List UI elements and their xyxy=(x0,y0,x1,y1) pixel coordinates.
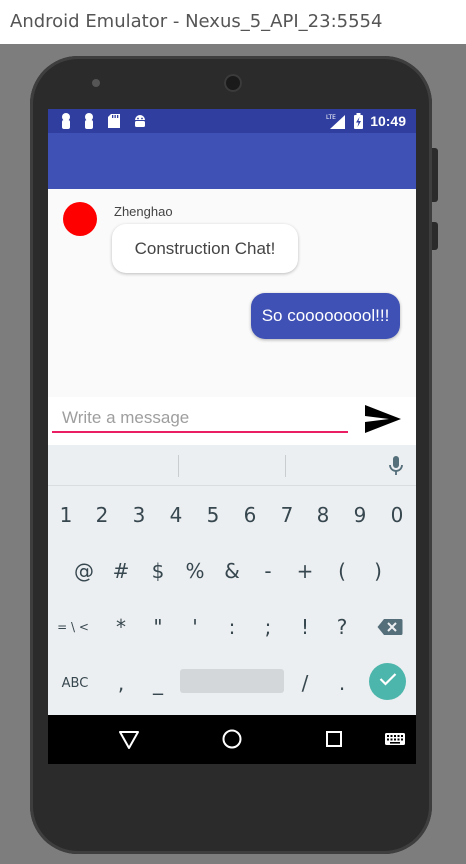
send-icon[interactable] xyxy=(362,401,404,437)
key-underscore[interactable]: _ xyxy=(144,655,172,711)
key-double-quote[interactable]: " xyxy=(144,599,172,655)
key-0[interactable]: 0 xyxy=(383,487,411,543)
lte-signal-icon: LTE xyxy=(326,112,346,130)
android-icon xyxy=(133,114,147,128)
key-8[interactable]: 8 xyxy=(309,487,337,543)
volume-button[interactable] xyxy=(432,148,438,202)
home-icon[interactable] xyxy=(219,726,245,752)
navigation-bar xyxy=(48,715,416,764)
outgoing-message-bubble: So cooooooool!!! xyxy=(251,293,400,339)
key-more-symbols[interactable]: = \ < xyxy=(52,599,94,655)
key-open-paren[interactable]: ( xyxy=(328,543,356,599)
key-4[interactable]: 4 xyxy=(162,487,190,543)
key-comma[interactable]: , xyxy=(107,655,135,711)
key-asterisk[interactable]: * xyxy=(107,599,135,655)
key-ampersand[interactable]: & xyxy=(218,543,246,599)
suggestion-divider xyxy=(285,455,286,477)
device-screen: LTE 10:49 Zhenghao Construction Chat! So… xyxy=(48,109,416,764)
keyboard-row-symbols-2: = \ < * " ' : ; ! ? xyxy=(48,599,416,655)
lock-icon xyxy=(61,113,71,129)
message-composer xyxy=(48,397,416,445)
message-sender-name: Zhenghao xyxy=(114,204,173,219)
key-9[interactable]: 9 xyxy=(346,487,374,543)
key-single-quote[interactable]: ' xyxy=(181,599,209,655)
key-plus[interactable]: + xyxy=(291,543,319,599)
key-slash[interactable]: / xyxy=(291,655,319,711)
chat-message-list[interactable]: Zhenghao Construction Chat! So coooooooo… xyxy=(48,189,416,397)
key-abc[interactable]: ABC xyxy=(54,655,96,711)
keyboard-row-symbols-1: @ # $ % & - + ( ) xyxy=(48,543,416,599)
keyboard-switch-icon[interactable] xyxy=(384,726,410,752)
avatar xyxy=(63,202,97,236)
checkmark-icon xyxy=(379,672,397,691)
back-icon[interactable] xyxy=(116,726,142,752)
key-colon[interactable]: : xyxy=(218,599,246,655)
svg-text:LTE: LTE xyxy=(326,114,336,121)
keyboard-row-bottom: ABC , _ / . xyxy=(48,655,416,711)
key-semicolon[interactable]: ; xyxy=(254,599,282,655)
backspace-icon[interactable] xyxy=(374,599,406,655)
message-input[interactable] xyxy=(52,405,348,433)
key-7[interactable]: 7 xyxy=(273,487,301,543)
soft-keyboard: 1 2 3 4 5 6 7 8 9 0 @ # $ % & - + ( ) = … xyxy=(48,445,416,715)
done-key[interactable] xyxy=(369,663,406,700)
key-6[interactable]: 6 xyxy=(236,487,264,543)
earpiece-speaker xyxy=(224,74,242,92)
suggestion-divider xyxy=(178,455,179,477)
key-2[interactable]: 2 xyxy=(88,487,116,543)
key-period[interactable]: . xyxy=(328,655,356,711)
power-button[interactable] xyxy=(432,222,438,250)
incoming-message-bubble: Construction Chat! xyxy=(112,224,298,273)
key-dollar[interactable]: $ xyxy=(144,543,172,599)
key-question[interactable]: ? xyxy=(328,599,356,655)
key-exclamation[interactable]: ! xyxy=(291,599,319,655)
key-1[interactable]: 1 xyxy=(52,487,80,543)
microphone-icon[interactable] xyxy=(388,455,404,477)
keyboard-row-numbers: 1 2 3 4 5 6 7 8 9 0 xyxy=(48,487,416,543)
battery-charging-icon xyxy=(354,113,363,129)
key-5[interactable]: 5 xyxy=(199,487,227,543)
recents-icon[interactable] xyxy=(321,726,347,752)
key-close-paren[interactable]: ) xyxy=(364,543,392,599)
sd-card-icon xyxy=(108,114,120,128)
key-percent[interactable]: % xyxy=(181,543,209,599)
suggestion-strip xyxy=(48,445,416,486)
window-title: Android Emulator - Nexus_5_API_23:5554 xyxy=(10,11,383,32)
key-at[interactable]: @ xyxy=(70,543,98,599)
key-3[interactable]: 3 xyxy=(125,487,153,543)
status-time: 10:49 xyxy=(370,113,406,129)
space-bar[interactable] xyxy=(180,669,284,693)
front-camera xyxy=(92,79,100,87)
key-hash[interactable]: # xyxy=(107,543,135,599)
lock-icon xyxy=(84,113,94,129)
key-minus[interactable]: - xyxy=(254,543,282,599)
status-bar: LTE 10:49 xyxy=(48,109,416,133)
emulator-title-bar: Android Emulator - Nexus_5_API_23:5554 xyxy=(0,0,466,44)
app-bar xyxy=(48,133,416,189)
